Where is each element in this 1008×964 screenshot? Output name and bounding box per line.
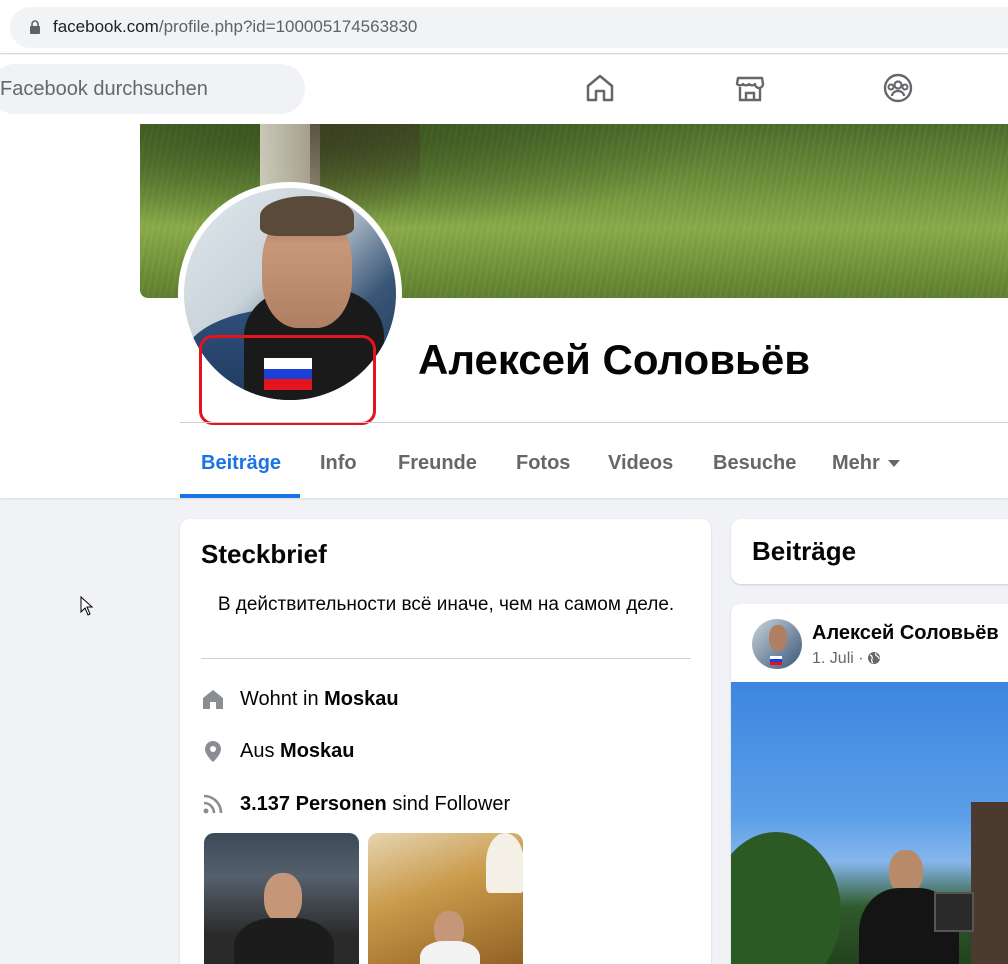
tab-mehr[interactable]: Mehr xyxy=(832,452,900,475)
url-host: facebook.com xyxy=(53,17,159,36)
tab-beitraege[interactable]: Beiträge xyxy=(201,452,281,475)
header-divider xyxy=(180,422,1008,423)
post-image[interactable] xyxy=(731,682,1008,964)
lock-icon xyxy=(30,20,40,34)
post-date[interactable]: 1. Juli · xyxy=(812,650,864,667)
post-avatar-face xyxy=(769,625,787,651)
browser-toolbar: facebook.com/profile.php?id=100005174563… xyxy=(0,0,1008,54)
profile-name: Алексей Соловьёв xyxy=(418,336,811,383)
mouse-cursor-icon xyxy=(80,596,94,616)
rss-followers-icon xyxy=(203,794,223,814)
post-image-person xyxy=(859,850,979,964)
posts-header-card: Beiträge xyxy=(731,519,1008,584)
intro-card: Steckbrief В действительности всё иначе,… xyxy=(180,519,711,964)
groups-icon[interactable] xyxy=(882,72,914,104)
profile-header xyxy=(0,124,1008,498)
url-path: /profile.php?id=100005174563830 xyxy=(158,17,418,36)
tab-fotos[interactable]: Fotos xyxy=(516,452,570,475)
intro-bio: В действительности всё иначе, чем на сам… xyxy=(217,594,675,615)
facebook-top-nav: Facebook durchsuchen xyxy=(0,55,1008,124)
followers-suffix: sind Follower xyxy=(392,793,511,815)
tab-freunde[interactable]: Freunde xyxy=(398,452,477,475)
featured-photo-1[interactable] xyxy=(204,833,359,964)
search-input[interactable]: Facebook durchsuchen xyxy=(0,64,305,114)
followers-text: 3.137 Personen sind Follower xyxy=(240,793,510,816)
from-city[interactable]: Moskau xyxy=(280,740,354,762)
home-icon[interactable] xyxy=(584,72,616,104)
photo-2-hat xyxy=(486,833,523,893)
highlight-box xyxy=(199,335,376,425)
globe-icon xyxy=(867,652,880,664)
lives-in-city[interactable]: Moskau xyxy=(324,688,398,710)
photo-2-body xyxy=(420,941,480,964)
followers-count[interactable]: 3.137 Personen xyxy=(240,793,387,815)
active-tab-indicator xyxy=(180,494,300,498)
post-author-avatar[interactable] xyxy=(752,619,802,669)
post-meta: 1. Juli · xyxy=(812,650,881,668)
post-card: Алексей Соловьёв 1. Juli · xyxy=(731,604,1008,964)
tab-mehr-label: Mehr xyxy=(832,452,880,474)
photo-1-body xyxy=(234,918,334,964)
location-pin-icon xyxy=(205,741,221,762)
post-image-tree xyxy=(731,832,841,964)
from-prefix: Aus xyxy=(240,740,275,762)
posts-title: Beiträge xyxy=(752,536,857,566)
tab-besuche[interactable]: Besuche xyxy=(713,452,796,475)
post-author-name[interactable]: Алексей Соловьёв xyxy=(812,622,999,645)
url-text: facebook.com/profile.php?id=100005174563… xyxy=(53,17,417,37)
photo-1-face xyxy=(264,873,302,923)
lives-in-text: Wohnt in Moskau xyxy=(240,688,399,711)
marketplace-icon[interactable] xyxy=(734,72,766,104)
from-text: Aus Moskau xyxy=(240,740,355,763)
house-icon xyxy=(203,690,223,709)
search-placeholder: Facebook durchsuchen xyxy=(0,78,208,100)
tab-info[interactable]: Info xyxy=(320,452,357,475)
tab-videos[interactable]: Videos xyxy=(608,452,673,475)
address-bar[interactable]: facebook.com/profile.php?id=100005174563… xyxy=(10,7,1008,48)
avatar-hair xyxy=(260,196,354,236)
featured-photo-2[interactable] xyxy=(368,833,523,964)
caret-down-icon xyxy=(887,460,900,468)
lives-in-prefix: Wohnt in xyxy=(240,688,319,710)
post-avatar-flag-icon xyxy=(770,656,782,665)
intro-title: Steckbrief xyxy=(201,539,327,569)
intro-divider xyxy=(201,658,691,659)
